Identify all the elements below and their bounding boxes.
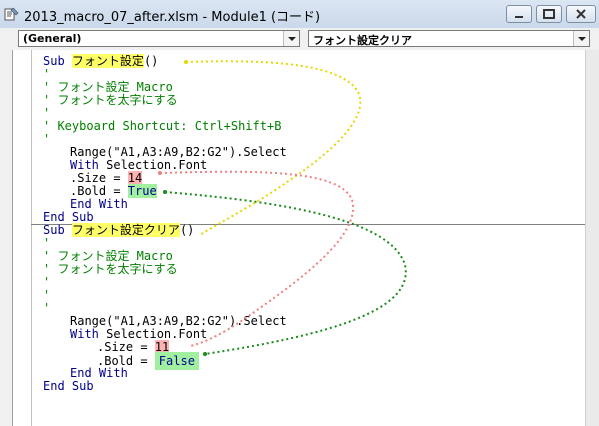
annotation-arrow-size [159,170,355,347]
annotation-arrow-name [185,60,362,236]
annotation-overlay [158,60,407,356]
annotation-arrow-bold [164,191,407,355]
